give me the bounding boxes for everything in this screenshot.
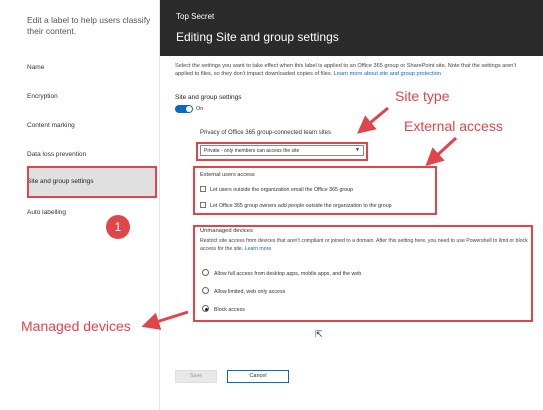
nav-item-auto-labelling[interactable]: Auto labelling bbox=[27, 209, 66, 216]
nav-item-content-marking[interactable]: Content marking bbox=[27, 122, 75, 129]
annotation-managed-devices: Managed devices bbox=[21, 318, 131, 334]
toggle-state-label: On bbox=[196, 106, 204, 112]
wizard-sidebar: Edit a label to help users classify thei… bbox=[0, 0, 160, 410]
sidebar-description: Edit a label to help users classify thei… bbox=[27, 15, 151, 36]
site-group-settings-toggle[interactable] bbox=[175, 105, 193, 113]
label-name: Top Secret bbox=[176, 12, 215, 21]
annotation-box-managed-devices bbox=[193, 225, 533, 322]
annotation-site-type: Site type bbox=[395, 88, 450, 104]
nav-item-data-loss-prevention[interactable]: Data loss prevention bbox=[27, 151, 86, 158]
mouse-cursor-icon: ⇱ bbox=[315, 329, 323, 339]
cancel-button[interactable]: Cancel bbox=[227, 370, 289, 383]
step-number-badge: 1 bbox=[106, 215, 130, 239]
intro-text: Select the settings you want to take eff… bbox=[175, 62, 525, 78]
annotation-box-site-type bbox=[196, 142, 368, 161]
label-editor-window: Edit a label to help users classify thei… bbox=[0, 0, 543, 410]
annotation-box-external-access bbox=[193, 166, 437, 215]
nav-item-encryption[interactable]: Encryption bbox=[27, 93, 58, 100]
learn-more-site-protection-link[interactable]: Learn more about site and group protecti… bbox=[334, 71, 441, 77]
annotation-external-access: External access bbox=[404, 118, 503, 134]
page-title: Editing Site and group settings bbox=[176, 30, 339, 44]
site-group-settings-label: Site and group settings bbox=[175, 94, 242, 101]
save-button[interactable]: Save bbox=[175, 370, 217, 383]
privacy-label: Privacy of Office 365 group-connected te… bbox=[200, 130, 331, 136]
annotation-box-nav bbox=[27, 166, 157, 198]
panel-header: Top Secret Editing Site and group settin… bbox=[160, 0, 543, 56]
nav-item-name[interactable]: Name bbox=[27, 64, 44, 71]
